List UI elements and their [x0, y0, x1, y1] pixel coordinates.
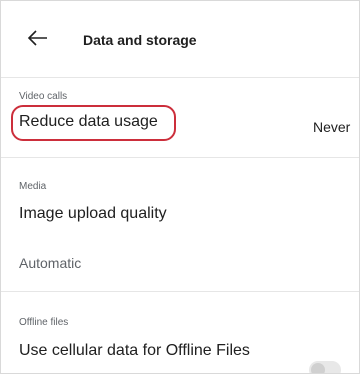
section-caption-offline-files: Offline files	[19, 317, 69, 328]
setting-label: Image upload quality	[19, 205, 167, 222]
arrow-left-icon	[27, 30, 47, 46]
toggle-knob	[311, 363, 325, 373]
setting-value: Automatic	[19, 255, 82, 271]
cellular-data-toggle[interactable]	[309, 361, 341, 373]
back-button[interactable]	[27, 27, 49, 49]
page-title: Data and storage	[83, 32, 197, 48]
setting-value: Never	[313, 119, 351, 135]
data-and-storage-screen: Data and storage Video calls Reduce data…	[0, 0, 360, 374]
section-divider	[1, 157, 359, 158]
app-bar: Data and storage	[1, 1, 359, 77]
setting-label: Use cellular data for Offline Files	[19, 342, 250, 359]
section-caption-media: Media	[19, 181, 47, 192]
section-divider	[1, 291, 359, 292]
highlight-outline	[11, 105, 176, 141]
header-divider	[1, 77, 359, 78]
section-caption-video-calls: Video calls	[19, 91, 68, 102]
